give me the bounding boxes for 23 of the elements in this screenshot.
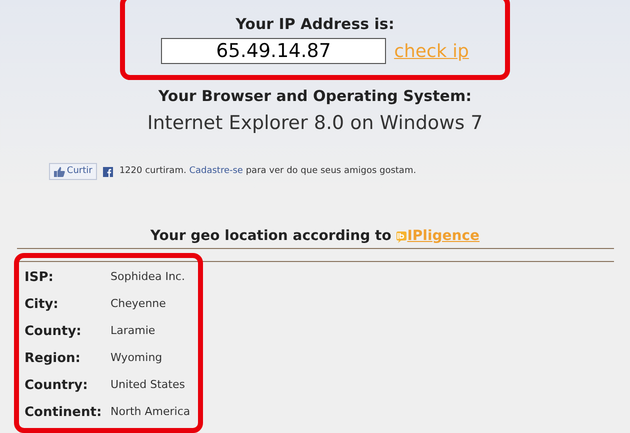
browser-heading: Your Browser and Operating System: (158, 86, 472, 107)
field-value: Sophidea Inc. (110, 269, 185, 286)
browser-value: Internet Explorer 8.0 on Windows 7 (147, 110, 483, 136)
like-button[interactable]: Curtir (48, 163, 98, 180)
field-value: North America (110, 404, 190, 420)
field-label: ISP: (24, 268, 54, 287)
thumbs-up-icon (54, 166, 65, 176)
field-value: Wyoming (110, 350, 162, 366)
field-label: Region: (24, 350, 82, 368)
ipligence-logo-icon (396, 230, 408, 242)
field-value: Laramie (110, 323, 156, 340)
ip-heading: Your IP Address is: (236, 14, 394, 35)
field-label: County: (24, 322, 82, 341)
field-label: City: (24, 296, 60, 314)
field-label: Country: (24, 376, 89, 395)
field-label: Continent: (24, 404, 103, 422)
geo-heading: Your geo location according to IPligence (150, 226, 480, 247)
like-text: 1220 curtiram. Cadastre-se para ver do que seus amigos gostam. (119, 164, 416, 178)
facebook-icon (103, 166, 114, 176)
signup-link[interactable]: Cadastre-se (189, 166, 243, 176)
ip-field[interactable]: 65.49.14.87 (161, 38, 386, 64)
field-value: United States (110, 377, 185, 394)
field-value: Cheyenne (110, 296, 166, 312)
